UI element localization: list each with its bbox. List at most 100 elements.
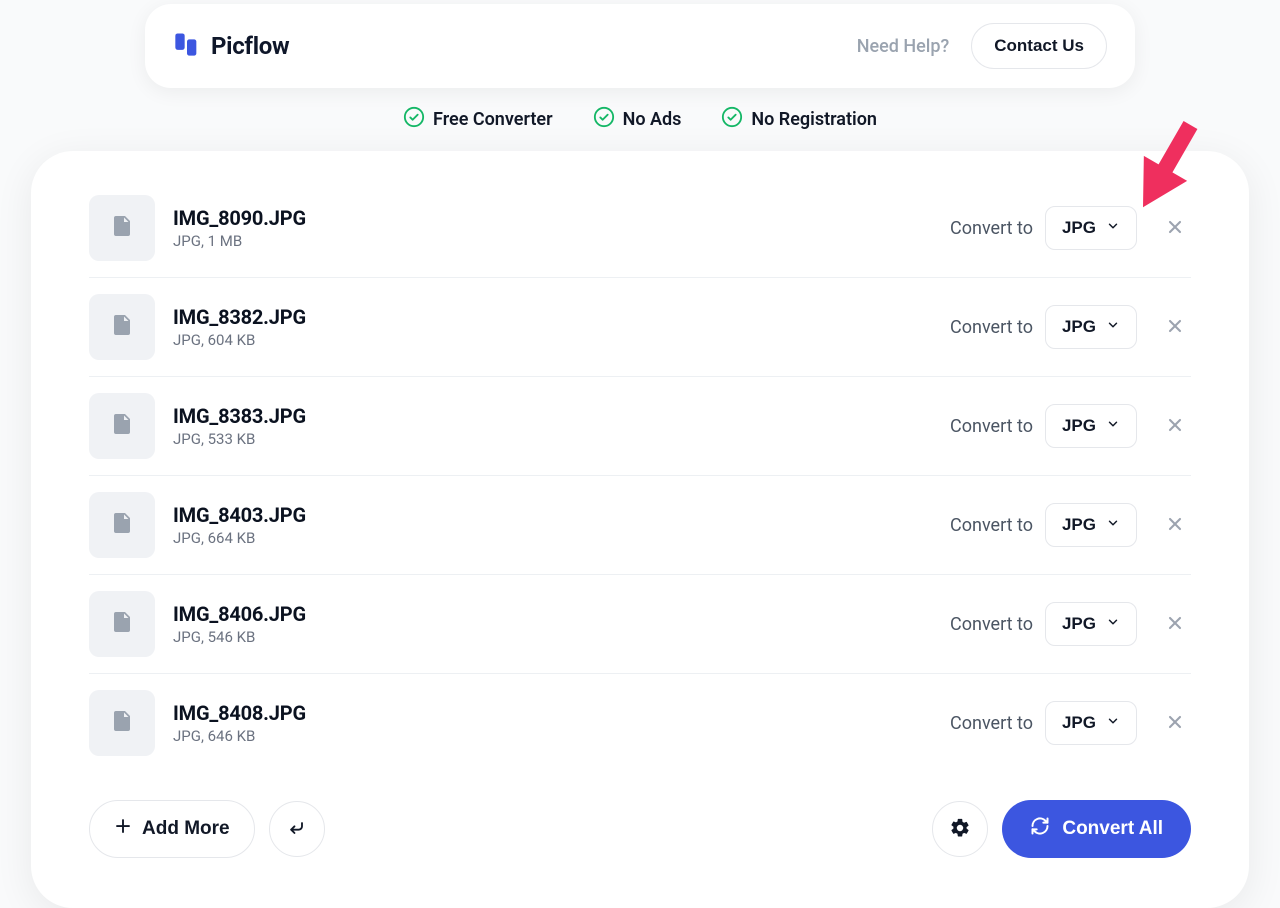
format-select-button[interactable]: JPG (1045, 602, 1137, 646)
brand: Picflow (173, 30, 289, 62)
return-arrow-icon (287, 818, 307, 841)
format-select-button[interactable]: JPG (1045, 305, 1137, 349)
chevron-down-icon (1106, 515, 1120, 535)
file-thumbnail (89, 591, 155, 657)
convert-all-button[interactable]: Convert All (1002, 800, 1191, 858)
file-row: IMG_8408.JPG JPG, 646 KB Convert to JPG (89, 674, 1191, 772)
file-meta: IMG_8403.JPG JPG, 664 KB (173, 503, 950, 547)
file-meta: IMG_8090.JPG JPG, 1 MB (173, 206, 950, 250)
feature-label: No Ads (623, 109, 682, 130)
image-file-icon (110, 610, 134, 638)
add-more-button[interactable]: Add More (89, 800, 255, 858)
convert-to-label: Convert to (950, 416, 1033, 437)
file-thumbnail (89, 690, 155, 756)
header-right: Need Help? Contact Us (857, 23, 1107, 69)
file-row: IMG_8406.JPG JPG, 546 KB Convert to JPG (89, 575, 1191, 674)
converter-card: IMG_8090.JPG JPG, 1 MB Convert to JPG (31, 151, 1249, 908)
gear-icon (949, 817, 971, 842)
remove-file-button[interactable] (1159, 310, 1191, 345)
chevron-down-icon (1106, 317, 1120, 337)
remove-file-button[interactable] (1159, 409, 1191, 444)
remove-file-button[interactable] (1159, 508, 1191, 543)
close-icon (1165, 217, 1185, 240)
convert-all-label: Convert All (1062, 818, 1163, 840)
file-name: IMG_8403.JPG (173, 503, 950, 527)
file-row: IMG_8382.JPG JPG, 604 KB Convert to JPG (89, 278, 1191, 377)
file-name: IMG_8090.JPG (173, 206, 950, 230)
remove-file-button[interactable] (1159, 706, 1191, 741)
file-subtitle: JPG, 604 KB (173, 331, 950, 349)
file-row: IMG_8403.JPG JPG, 664 KB Convert to JPG (89, 476, 1191, 575)
file-thumbnail (89, 195, 155, 261)
settings-button[interactable] (932, 801, 988, 857)
header-bar: Picflow Need Help? Contact Us (145, 4, 1135, 88)
paste-url-button[interactable] (269, 801, 325, 857)
file-subtitle: JPG, 1 MB (173, 232, 950, 250)
feature-row: Free Converter No Ads No Registration (0, 106, 1280, 133)
contact-us-button[interactable]: Contact Us (971, 23, 1107, 69)
file-name: IMG_8382.JPG (173, 305, 950, 329)
convert-to-label: Convert to (950, 515, 1033, 536)
chevron-down-icon (1106, 416, 1120, 436)
file-subtitle: JPG, 646 KB (173, 727, 950, 745)
feature-no-ads: No Ads (593, 106, 682, 133)
file-name: IMG_8408.JPG (173, 701, 950, 725)
format-value: JPG (1062, 614, 1096, 634)
file-subtitle: JPG, 533 KB (173, 430, 950, 448)
file-name: IMG_8406.JPG (173, 602, 950, 626)
check-circle-icon (721, 106, 743, 133)
convert-to-label: Convert to (950, 713, 1033, 734)
chevron-down-icon (1106, 614, 1120, 634)
format-select-button[interactable]: JPG (1045, 503, 1137, 547)
feature-free-converter: Free Converter (403, 106, 553, 133)
format-select-button[interactable]: JPG (1045, 206, 1137, 250)
image-file-icon (110, 511, 134, 539)
format-select-button[interactable]: JPG (1045, 404, 1137, 448)
file-row: IMG_8383.JPG JPG, 533 KB Convert to JPG (89, 377, 1191, 476)
chevron-down-icon (1106, 713, 1120, 733)
file-meta: IMG_8408.JPG JPG, 646 KB (173, 701, 950, 745)
feature-label: Free Converter (433, 109, 553, 130)
actions-row: Add More (89, 800, 1191, 858)
need-help-link[interactable]: Need Help? (857, 36, 950, 57)
remove-file-button[interactable] (1159, 607, 1191, 642)
brand-name: Picflow (211, 32, 289, 60)
actions-left: Add More (89, 800, 325, 858)
close-icon (1165, 415, 1185, 438)
file-thumbnail (89, 393, 155, 459)
file-row: IMG_8090.JPG JPG, 1 MB Convert to JPG (89, 195, 1191, 278)
image-file-icon (110, 412, 134, 440)
brand-logo-icon (173, 30, 201, 62)
chevron-down-icon (1106, 218, 1120, 238)
file-thumbnail (89, 492, 155, 558)
close-icon (1165, 613, 1185, 636)
convert-to-label: Convert to (950, 614, 1033, 635)
file-meta: IMG_8382.JPG JPG, 604 KB (173, 305, 950, 349)
file-name: IMG_8383.JPG (173, 404, 950, 428)
add-more-label: Add More (142, 818, 230, 840)
close-icon (1165, 316, 1185, 339)
format-select-button[interactable]: JPG (1045, 701, 1137, 745)
file-subtitle: JPG, 546 KB (173, 628, 950, 646)
image-file-icon (110, 313, 134, 341)
format-value: JPG (1062, 416, 1096, 436)
file-thumbnail (89, 294, 155, 360)
format-value: JPG (1062, 713, 1096, 733)
close-icon (1165, 712, 1185, 735)
check-circle-icon (403, 106, 425, 133)
format-value: JPG (1062, 317, 1096, 337)
refresh-icon (1030, 816, 1050, 842)
remove-file-button[interactable] (1159, 211, 1191, 246)
convert-to-label: Convert to (950, 218, 1033, 239)
feature-label: No Registration (751, 109, 877, 130)
file-meta: IMG_8383.JPG JPG, 533 KB (173, 404, 950, 448)
convert-to-label: Convert to (950, 317, 1033, 338)
format-value: JPG (1062, 218, 1096, 238)
feature-no-registration: No Registration (721, 106, 877, 133)
image-file-icon (110, 709, 134, 737)
check-circle-icon (593, 106, 615, 133)
file-subtitle: JPG, 664 KB (173, 529, 950, 547)
actions-right: Convert All (932, 800, 1191, 858)
format-value: JPG (1062, 515, 1096, 535)
file-list: IMG_8090.JPG JPG, 1 MB Convert to JPG (89, 195, 1191, 772)
